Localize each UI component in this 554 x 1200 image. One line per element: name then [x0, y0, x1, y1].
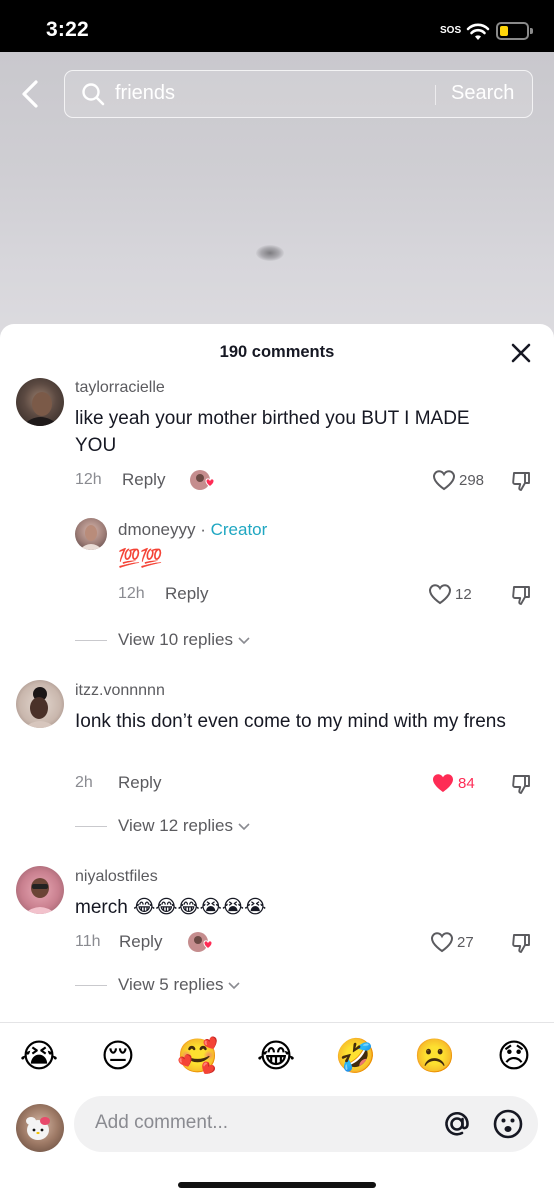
avatar-portrait: [24, 878, 56, 914]
emoji-disappointed-button[interactable]: 😞: [494, 1036, 534, 1076]
dislike-icon[interactable]: [510, 584, 532, 606]
like-count: 84: [458, 775, 475, 792]
creator-badge: Creator: [210, 520, 268, 539]
battery-tip: [530, 28, 533, 34]
close-icon[interactable]: [510, 342, 532, 364]
emoji-crying-button[interactable]: 😭: [19, 1036, 59, 1076]
separator-dot: ·: [195, 520, 211, 539]
search-divider: [435, 85, 436, 105]
home-indicator: [178, 1182, 376, 1188]
view-replies-line: [75, 985, 107, 986]
like-heart-icon[interactable]: [432, 469, 456, 491]
view-replies-button[interactable]: View 5 replies: [118, 975, 240, 995]
emoji-hearts-button[interactable]: 🥰: [177, 1036, 218, 1076]
reply-button[interactable]: Reply: [118, 773, 161, 793]
like-count: 12: [455, 586, 472, 603]
chevron-down-icon: [228, 982, 240, 990]
like-heart-icon[interactable]: [430, 931, 454, 953]
creator-liked-icon: [188, 932, 213, 952]
comment-username[interactable]: taylorracielle: [75, 379, 165, 397]
reply-username[interactable]: dmoneyyy · Creator: [118, 520, 267, 540]
at-mention-icon[interactable]: [442, 1109, 472, 1139]
chevron-down-icon: [238, 823, 250, 831]
dislike-icon[interactable]: [510, 773, 532, 795]
view-replies-label[interactable]: View 10 replies: [118, 630, 233, 649]
creator-liked-icon: [190, 470, 215, 490]
emoji-frowning-button[interactable]: ☹️: [414, 1036, 455, 1076]
dislike-icon[interactable]: [510, 932, 532, 954]
ceiling-light: [256, 245, 284, 261]
reply-button[interactable]: Reply: [122, 470, 165, 490]
emoji-pensive-button[interactable]: 😔: [98, 1036, 138, 1076]
back-chevron-icon[interactable]: [16, 76, 46, 112]
emoji-picker-icon[interactable]: [492, 1108, 524, 1140]
quick-emoji-bar: 😭 😔 🥰 😂 🤣 ☹️ 😞: [0, 1036, 554, 1082]
comment-text: Ionk this don’t even come to my mind wit…: [75, 711, 506, 732]
search-bar[interactable]: friends Search: [64, 70, 533, 118]
view-replies-button[interactable]: View 10 replies: [118, 630, 250, 650]
view-replies-line: [75, 826, 107, 827]
like-count: 298: [459, 472, 485, 489]
avatar-portrait: [79, 525, 103, 550]
wifi-icon: [466, 23, 490, 40]
view-replies-label[interactable]: View 5 replies: [118, 975, 224, 994]
composer-divider: [0, 1022, 554, 1023]
view-replies-line: [75, 640, 107, 641]
avatar-portrait: [26, 1117, 50, 1140]
comment-text: like yeah your mother birthed you BUT I …: [75, 408, 470, 456]
reply-button[interactable]: Reply: [165, 584, 208, 604]
like-heart-filled-icon[interactable]: [431, 772, 455, 794]
battery-icon: [496, 22, 529, 40]
avatar-portrait: [24, 687, 56, 728]
reply-username-text[interactable]: dmoneyyy: [118, 520, 195, 539]
avatar[interactable]: [75, 518, 107, 550]
reply-text: 💯💯: [118, 548, 163, 568]
avatar[interactable]: [16, 680, 64, 728]
dislike-icon[interactable]: [510, 470, 532, 492]
status-bar: 3:22 SOS: [0, 0, 554, 52]
comment-username[interactable]: niyalostfiles: [75, 868, 158, 886]
avatar[interactable]: [16, 378, 64, 426]
avatar[interactable]: [16, 866, 64, 914]
status-time: 3:22: [46, 18, 89, 41]
comment-time: 12h: [75, 471, 102, 488]
comment-placeholder[interactable]: Add comment...: [95, 1112, 228, 1134]
comment-input[interactable]: Add comment...: [74, 1096, 538, 1152]
comment-time: 2h: [75, 774, 93, 791]
like-heart-icon[interactable]: [428, 583, 452, 605]
reply-button[interactable]: Reply: [119, 932, 162, 952]
like-count: 27: [457, 934, 474, 951]
search-query[interactable]: friends: [115, 82, 175, 105]
avatar-portrait: [22, 392, 60, 426]
emoji-tears-of-joy-button[interactable]: 😂: [256, 1036, 296, 1076]
chevron-down-icon: [238, 637, 250, 645]
reply-time: 12h: [118, 585, 145, 602]
search-button[interactable]: Search: [451, 82, 514, 105]
emoji-rofl-button[interactable]: 🤣: [335, 1036, 376, 1076]
comment-text: merch 😂😂😂😭😭😭: [75, 897, 267, 918]
comment-time: 11h: [75, 933, 101, 950]
my-avatar[interactable]: [16, 1104, 64, 1152]
comment-username[interactable]: itzz.vonnnnn: [75, 682, 165, 700]
comments-count: 190 comments: [219, 343, 335, 361]
view-replies-button[interactable]: View 12 replies: [118, 816, 250, 836]
sos-indicator: SOS: [440, 25, 462, 36]
search-icon: [82, 83, 105, 106]
view-replies-label[interactable]: View 12 replies: [118, 816, 233, 835]
